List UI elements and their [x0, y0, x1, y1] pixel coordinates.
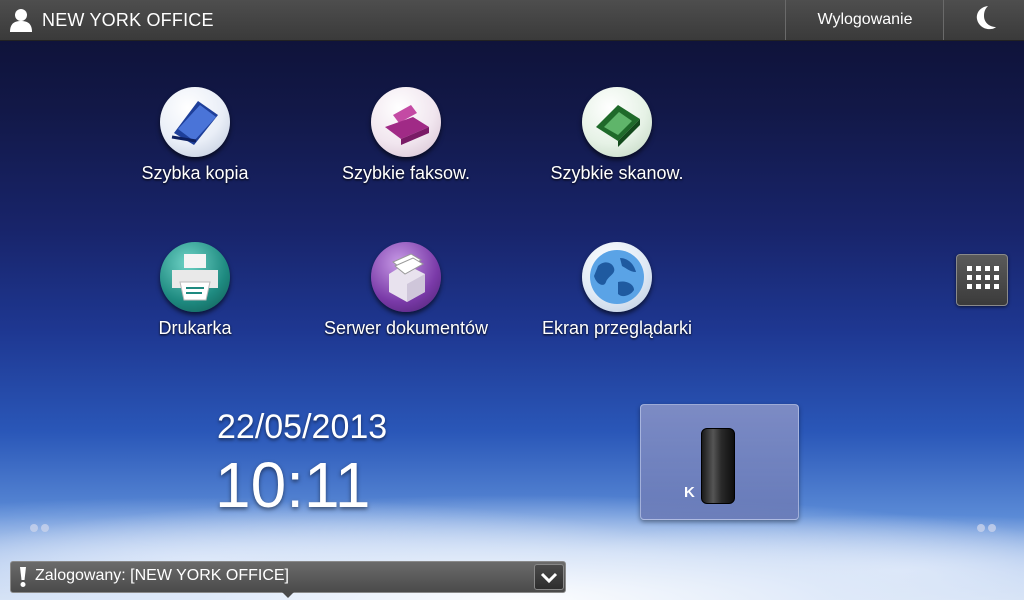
- moon-icon: [974, 5, 996, 36]
- toner-widget[interactable]: K: [640, 404, 799, 520]
- globe-icon: [582, 242, 652, 312]
- app-document-server[interactable]: Serwer dokumentów: [306, 242, 506, 339]
- page-indicator-right[interactable]: [977, 519, 999, 532]
- user-icon: [10, 8, 32, 32]
- toner-level-bar: [701, 428, 735, 504]
- app-label: Drukarka: [158, 318, 232, 338]
- office-title: NEW YORK OFFICE: [42, 10, 214, 30]
- app-quick-scan[interactable]: Szybkie skanow.: [517, 87, 717, 184]
- status-message: Zalogowany: [NEW YORK OFFICE]: [35, 567, 289, 584]
- app-label: Szybka kopia: [141, 163, 249, 183]
- app-quick-copy[interactable]: Szybka kopia: [95, 87, 295, 184]
- home-screen: NEW YORK OFFICE Wylogowanie Szybka kopia: [0, 0, 1024, 600]
- date-display: 22/05/2013: [217, 408, 388, 446]
- copy-icon: [160, 87, 230, 157]
- toner-color-label: K: [684, 484, 695, 501]
- time-display: 10:11: [215, 449, 371, 521]
- all-apps-button[interactable]: [956, 254, 1008, 306]
- page-indicator-left[interactable]: [30, 519, 52, 532]
- fax-icon: [371, 87, 441, 157]
- app-label: Ekran przeglądarki: [541, 318, 693, 338]
- app-printer[interactable]: Drukarka: [95, 242, 295, 339]
- scanner-icon: [582, 87, 652, 157]
- logout-button[interactable]: Wylogowanie: [785, 0, 944, 40]
- app-quick-fax[interactable]: Szybkie faksow.: [306, 87, 506, 184]
- status-bar[interactable]: Zalogowany: [NEW YORK OFFICE]: [10, 561, 566, 593]
- sleep-button[interactable]: [943, 0, 1024, 40]
- app-label: Szybkie skanow.: [550, 163, 684, 183]
- app-browser[interactable]: Ekran przeglądarki: [517, 242, 717, 339]
- app-label: Serwer dokumentów: [323, 318, 489, 338]
- status-pointer: [281, 591, 295, 598]
- document-server-icon: [371, 242, 441, 312]
- printer-icon: [160, 242, 230, 312]
- app-label: Szybkie faksow.: [341, 163, 471, 183]
- top-bar: NEW YORK OFFICE Wylogowanie: [0, 0, 1024, 41]
- grid-icon: [957, 266, 1007, 309]
- status-expand-button[interactable]: [534, 564, 564, 590]
- chevron-down-icon: [535, 572, 563, 593]
- exclamation-icon: [18, 566, 28, 593]
